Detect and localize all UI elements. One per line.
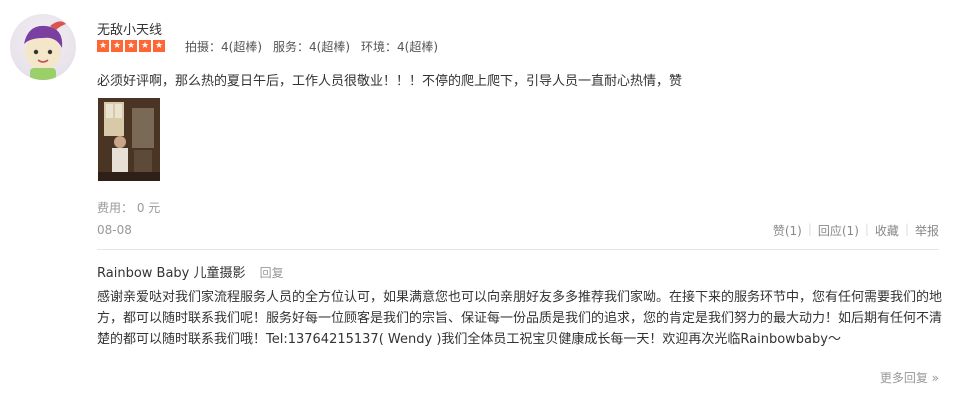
star-icon: ★ xyxy=(139,40,151,52)
divider: | xyxy=(864,222,869,236)
user-avatar[interactable] xyxy=(10,14,76,80)
star-icon: ★ xyxy=(125,40,137,52)
user-name[interactable]: 无敌小天线 xyxy=(97,19,162,38)
star-icon: ★ xyxy=(111,40,123,52)
review-actions: 赞(1) | 回应(1) | 收藏 | 举报 xyxy=(773,222,939,239)
review-photo-thumbnail[interactable] xyxy=(98,98,160,181)
section-divider xyxy=(97,249,939,250)
star-rating: ★ ★ ★ ★ ★ xyxy=(97,40,165,52)
divider: | xyxy=(807,222,812,236)
merchant-name[interactable]: Rainbow Baby 儿童摄影 xyxy=(97,266,246,281)
rating-environment: 环境：4(超棒) xyxy=(361,40,438,54)
star-icon: ★ xyxy=(97,40,109,52)
like-button[interactable]: 赞(1) xyxy=(773,222,802,239)
merchant-reply-text: 感谢亲爱哒对我们家流程服务人员的全方位认可，如果满意您也可以向亲朋好友多多推荐我… xyxy=(97,290,943,347)
review-text: 必须好评啊，那么热的夏日午后，工作人员很敬业！！！不停的爬上爬下，引导人员一直耐… xyxy=(97,74,683,89)
reply-button[interactable]: 回复 xyxy=(260,266,284,280)
report-button[interactable]: 举报 xyxy=(915,222,939,239)
sub-ratings: 拍摄：4(超棒) 服务：4(超棒) 环境：4(超棒) xyxy=(185,38,438,55)
rating-photo: 拍摄：4(超棒) xyxy=(185,40,262,54)
review-date: 08-08 xyxy=(97,223,132,237)
rating-service: 服务：4(超棒) xyxy=(273,40,350,54)
reply-count-button[interactable]: 回应(1) xyxy=(818,222,859,239)
divider: | xyxy=(904,222,909,236)
star-icon: ★ xyxy=(153,40,165,52)
review-cost: 费用： 0 元 xyxy=(97,201,161,215)
merchant-reply-header: Rainbow Baby 儿童摄影 回复 xyxy=(97,262,284,281)
favorite-button[interactable]: 收藏 xyxy=(875,222,899,239)
more-replies-link[interactable]: 更多回复 » xyxy=(880,369,939,386)
